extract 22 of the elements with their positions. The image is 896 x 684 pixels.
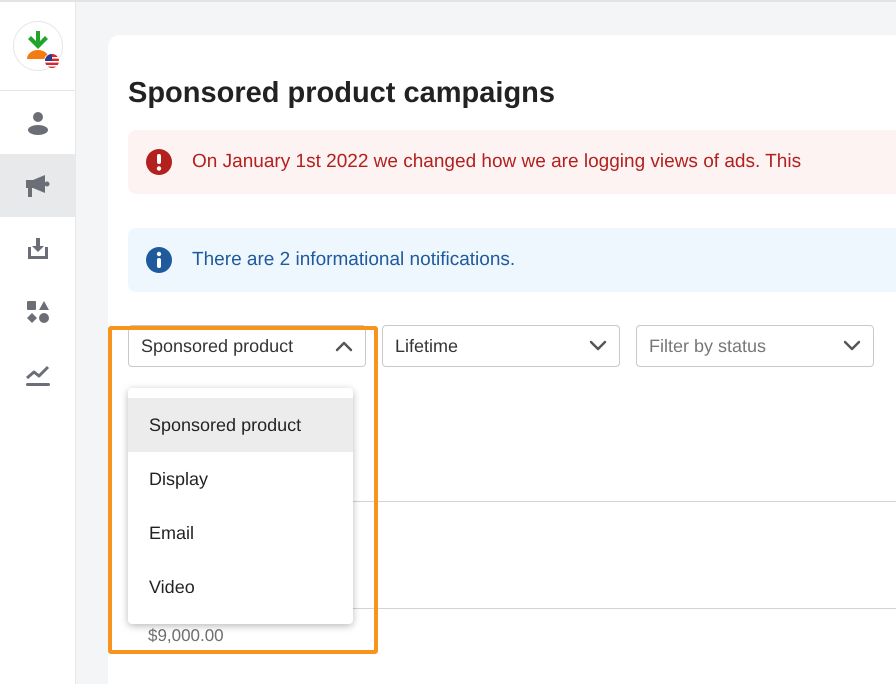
person-icon (26, 110, 48, 134)
select-value: Lifetime (395, 336, 458, 356)
select-value: Sponsored product (141, 336, 294, 356)
logo-icon (12, 21, 62, 71)
filter-select[interactable]: Lifetime (382, 325, 620, 367)
dropdown-option[interactable]: Sponsored product (128, 398, 353, 452)
download-icon (26, 236, 50, 260)
nav-item[interactable] (0, 154, 75, 217)
filter-select[interactable]: Filter by status (636, 325, 874, 367)
shapes-icon (26, 300, 50, 324)
select-placeholder: Filter by status (649, 336, 766, 356)
filter-select[interactable]: Sponsored product (128, 325, 366, 367)
alert-message: On January 1st 2022 we changed how we are logging views of ads. This (192, 151, 802, 173)
page-title: Sponsored product campaigns (128, 76, 556, 111)
dropdown-option[interactable]: Video (128, 560, 353, 614)
dropdown-option[interactable]: Email (128, 506, 353, 560)
alert-message: There are 2 informational notifications. (192, 249, 516, 271)
info-icon (146, 247, 172, 273)
amount-value: $9,000.00 (148, 626, 224, 645)
megaphone-icon (24, 174, 50, 198)
dropdown-option[interactable]: Display (128, 452, 353, 506)
error-icon (146, 149, 172, 175)
